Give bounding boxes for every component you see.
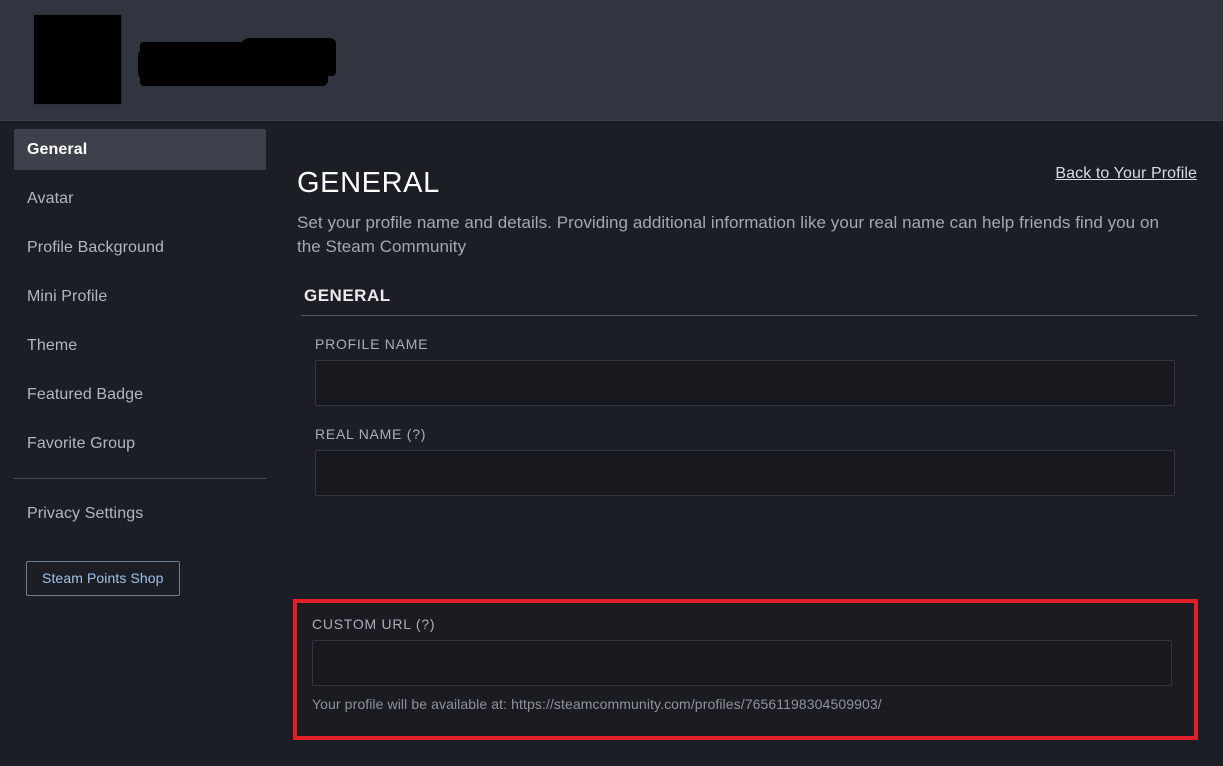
real-name-field-group: REAL NAME (?) [315,426,1197,497]
profile-name-input[interactable] [315,360,1175,407]
sidebar-item-label: Theme [27,337,78,354]
sidebar-item-label: Profile Background [27,239,164,256]
sidebar-item-label: Privacy Settings [27,505,144,522]
sidebar-item-privacy-settings[interactable]: Privacy Settings [14,493,266,534]
real-name-input[interactable] [315,450,1175,497]
sidebar-item-featured-badge[interactable]: Featured Badge [14,374,266,415]
sidebar-item-label: Mini Profile [27,288,108,305]
sidebar-divider [14,478,266,479]
sidebar-item-theme[interactable]: Theme [14,325,266,366]
back-link-row: Back to Your Profile [297,121,1197,182]
sidebar-item-label: Avatar [27,190,74,207]
profile-name-field-group: PROFILE NAME [315,336,1197,407]
custom-url-input[interactable] [312,640,1172,686]
sidebar-item-favorite-group[interactable]: Favorite Group [14,423,266,464]
sidebar-item-avatar[interactable]: Avatar [14,178,266,219]
avatar-redacted-overlay [34,15,121,104]
section-divider [301,315,1197,317]
page-description: Set your profile name and details. Provi… [297,212,1159,257]
section-header-general: GENERAL [304,286,391,306]
avatar[interactable] [33,14,122,105]
sidebar-item-label: General [27,141,88,158]
profile-name-label: PROFILE NAME [315,336,429,353]
custom-url-highlight-annotation: CUSTOM URL (?) Your profile will be avai… [293,599,1198,740]
custom-url-label: CUSTOM URL (?) [312,616,436,632]
sidebar-item-mini-profile[interactable]: Mini Profile [14,276,266,317]
steam-profile-settings-page: General Avatar Profile Background Mini P… [0,0,1223,766]
sidebar-item-label: Featured Badge [27,386,144,403]
back-to-profile-link[interactable]: Back to Your Profile [1055,165,1197,182]
sidebar-item-general[interactable]: General [14,129,266,170]
persona-name-redacted-overlay [138,38,336,86]
settings-main-content: Back to Your Profile GENERAL Set your pr… [290,121,1223,766]
custom-url-field-group: CUSTOM URL (?) [312,616,1194,686]
profile-header-band [0,0,1223,121]
settings-sidebar: General Avatar Profile Background Mini P… [0,121,290,766]
steam-points-shop-button[interactable]: Steam Points Shop [26,561,180,596]
real-name-label: REAL NAME (?) [315,426,427,443]
page-body: General Avatar Profile Background Mini P… [0,121,1223,766]
profile-url-hint: Your profile will be available at: https… [312,696,882,712]
sidebar-item-label: Favorite Group [27,435,136,452]
sidebar-item-profile-background[interactable]: Profile Background [14,227,266,268]
